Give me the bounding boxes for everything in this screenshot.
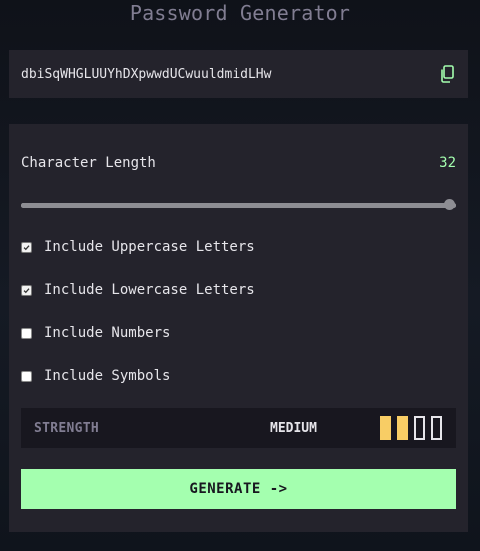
option-label: Include Lowercase Letters xyxy=(44,282,255,298)
strength-bar xyxy=(414,416,425,440)
checkmark-icon xyxy=(23,244,30,250)
lowercase-checkbox[interactable] xyxy=(21,284,32,296)
length-row: Character Length 32 xyxy=(21,153,456,173)
copy-icon[interactable] xyxy=(438,65,456,83)
password-display: dbiSqWHGLUUYhDXpwwdUCwuuldmidLHw xyxy=(9,50,468,98)
length-value: 32 xyxy=(439,155,456,171)
generate-button[interactable]: GENERATE -> xyxy=(21,469,456,509)
strength-bar xyxy=(431,416,442,440)
option-numbers[interactable]: Include Numbers xyxy=(21,324,170,342)
uppercase-checkbox[interactable] xyxy=(21,241,32,253)
numbers-checkbox[interactable] xyxy=(21,327,32,339)
strength-value: MEDIUM xyxy=(270,420,317,436)
settings-panel: Character Length 32 Include Uppercase Le… xyxy=(9,124,468,532)
length-slider[interactable] xyxy=(21,199,456,210)
option-label: Include Numbers xyxy=(44,325,171,341)
symbols-checkbox[interactable] xyxy=(21,370,32,382)
slider-fill xyxy=(21,203,456,208)
password-text: dbiSqWHGLUUYhDXpwwdUCwuuldmidLHw xyxy=(21,66,272,82)
strength-meter: STRENGTH MEDIUM xyxy=(21,408,456,448)
strength-bar xyxy=(380,416,391,440)
strength-label: STRENGTH xyxy=(34,420,100,436)
page-title: Password Generator xyxy=(129,1,351,25)
strength-bars xyxy=(380,416,442,440)
option-label: Include Symbols xyxy=(44,368,171,384)
checkmark-icon xyxy=(23,287,30,293)
strength-bar xyxy=(397,416,408,440)
slider-thumb[interactable] xyxy=(444,199,455,210)
option-uppercase[interactable]: Include Uppercase Letters xyxy=(21,238,255,256)
option-symbols[interactable]: Include Symbols xyxy=(21,367,170,385)
option-lowercase[interactable]: Include Lowercase Letters xyxy=(21,281,255,299)
option-label: Include Uppercase Letters xyxy=(44,239,255,255)
length-label: Character Length xyxy=(21,155,156,171)
